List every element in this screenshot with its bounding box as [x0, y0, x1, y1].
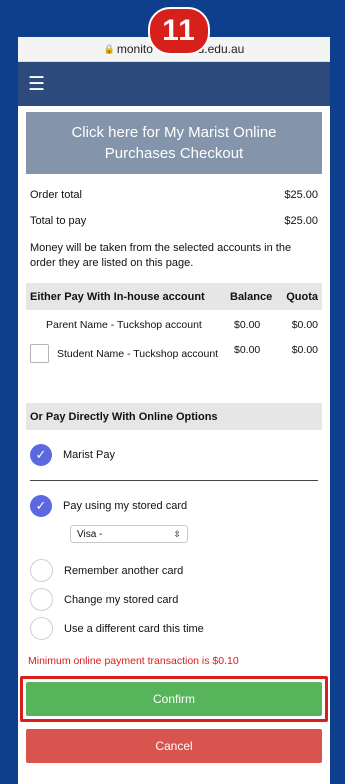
- stored-card-option[interactable]: ✓ Pay using my stored card: [26, 495, 322, 517]
- different-card-label: Use a different card this time: [64, 622, 204, 635]
- student-account-checkbox[interactable]: [30, 344, 49, 363]
- order-total-row: Order total $25.00: [26, 189, 322, 201]
- order-total-label: Order total: [30, 189, 82, 201]
- total-to-pay-label: Total to pay: [30, 215, 87, 227]
- change-card-option[interactable]: Change my stored card: [26, 588, 322, 611]
- step-number-badge: 11: [148, 7, 210, 55]
- marist-pay-label: Marist Pay: [63, 449, 115, 461]
- checkout-banner-button[interactable]: Click here for My Marist Online Purchase…: [26, 112, 322, 174]
- account-name: Parent Name - Tuckshop account: [46, 319, 202, 331]
- url-left: monito: [116, 42, 153, 56]
- lock-icon: 🔒: [103, 43, 115, 54]
- account-row-student: Student Name - Tuckshop account $0.00 $0…: [26, 344, 322, 363]
- cancel-button[interactable]: Cancel: [26, 729, 322, 763]
- phone-screen: 🔒 monito ld.edu.au ☰ Click here for My M…: [18, 37, 330, 784]
- confirm-button[interactable]: Confirm: [26, 682, 322, 716]
- radio-circle-icon[interactable]: [30, 588, 53, 611]
- balance-column-header: Balance: [230, 290, 273, 303]
- total-to-pay-row: Total to pay $25.00: [26, 215, 322, 227]
- checkout-content: Click here for My Marist Online Purchase…: [18, 106, 330, 763]
- online-options-header: Or Pay Directly With Online Options: [26, 403, 322, 430]
- top-navbar: ☰: [18, 62, 330, 106]
- hamburger-icon[interactable]: ☰: [28, 75, 45, 94]
- quota-column-header: Quota: [286, 290, 318, 303]
- marist-pay-option[interactable]: ✓ Marist Pay: [26, 444, 322, 466]
- checkmark-icon[interactable]: ✓: [30, 444, 52, 466]
- radio-circle-icon[interactable]: [30, 559, 53, 582]
- account-row-parent: Parent Name - Tuckshop account $0.00 $0.…: [26, 319, 322, 331]
- inhouse-header-title: Either Pay With In-house account: [30, 290, 205, 303]
- divider: [30, 480, 318, 481]
- accounts-order-note: Money will be taken from the selected ac…: [30, 242, 292, 269]
- chevron-updown-icon: ⇳: [173, 528, 181, 539]
- checkmark-icon[interactable]: ✓: [30, 495, 52, 517]
- account-quota: $0.00: [291, 344, 318, 356]
- account-name: Student Name - Tuckshop account: [57, 347, 219, 360]
- radio-circle-icon[interactable]: [30, 617, 53, 640]
- card-select[interactable]: Visa - ⇳: [70, 525, 188, 543]
- stored-card-label: Pay using my stored card: [63, 500, 188, 512]
- confirm-highlight-box: Confirm: [20, 676, 328, 722]
- account-quota: $0.00: [291, 319, 318, 331]
- remember-card-option[interactable]: Remember another card: [26, 559, 322, 582]
- account-balance: $0.00: [234, 319, 261, 331]
- card-select-value: Visa -: [77, 528, 103, 540]
- account-balance: $0.00: [234, 344, 261, 356]
- remember-card-label: Remember another card: [64, 564, 184, 577]
- different-card-option[interactable]: Use a different card this time: [26, 617, 322, 640]
- total-to-pay-value: $25.00: [284, 215, 318, 227]
- change-card-label: Change my stored card: [64, 593, 179, 606]
- inhouse-header: Either Pay With In-house account Balance…: [26, 283, 322, 310]
- minimum-payment-note: Minimum online payment transaction is $0…: [28, 655, 239, 667]
- order-total-value: $25.00: [284, 189, 318, 201]
